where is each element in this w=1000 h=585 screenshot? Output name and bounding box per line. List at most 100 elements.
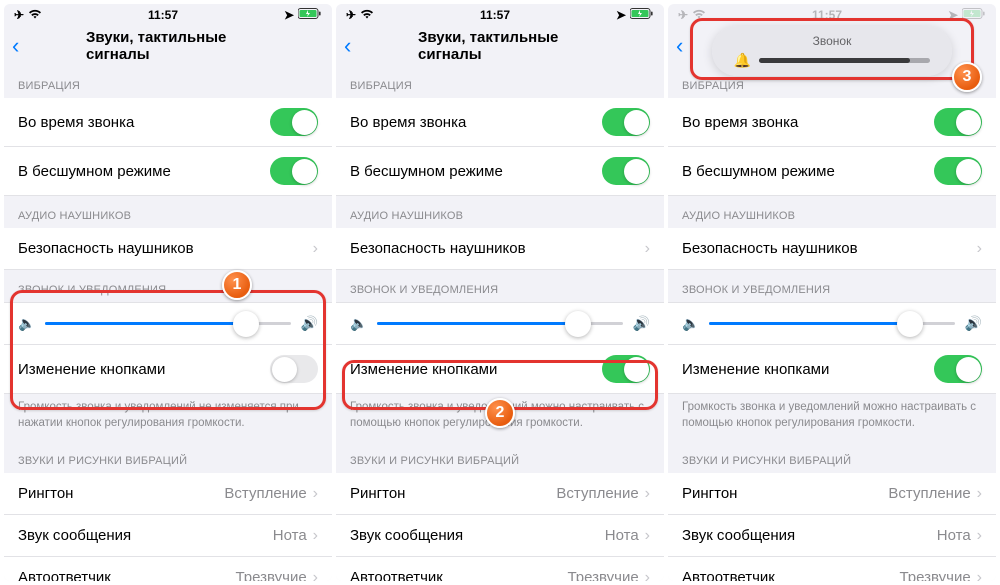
- vibrate-on-silent-toggle[interactable]: [934, 157, 982, 185]
- page-title: Звуки, тактильные сигналы: [86, 29, 250, 63]
- cell-value: Нота: [273, 527, 307, 544]
- vibrate-on-ring-row[interactable]: Во время звонка: [668, 98, 996, 147]
- airplane-icon: ✈: [14, 8, 24, 22]
- section-header-ringer: ЗВОНОК И УВЕДОМЛЕНИЯ: [668, 270, 996, 302]
- battery-icon: [962, 8, 986, 22]
- change-with-buttons-row[interactable]: Изменение кнопками: [4, 345, 332, 394]
- voicemail-row[interactable]: Автоответчик Трезвучие›: [668, 557, 996, 581]
- cell-label: Автоответчик: [350, 569, 443, 581]
- location-icon: ➤: [284, 8, 294, 22]
- battery-icon: [630, 8, 654, 22]
- cell-label: Рингтон: [682, 485, 737, 502]
- cell-label: Изменение кнопками: [350, 361, 497, 378]
- ringer-slider-row[interactable]: 🔈 🔊: [668, 302, 996, 345]
- cell-value: Нота: [937, 527, 971, 544]
- content: ВИБРАЦИЯ Во время звонка В бесшумном реж…: [336, 66, 664, 581]
- section-header-sounds: ЗВУКИ И РИСУНКИ ВИБРАЦИЙ: [4, 441, 332, 473]
- cell-label: Рингтон: [18, 485, 73, 502]
- cell-label: Безопасность наушников: [350, 240, 526, 257]
- back-button[interactable]: ‹: [12, 33, 19, 59]
- voicemail-row[interactable]: Автоответчик Трезвучие›: [4, 557, 332, 581]
- change-with-buttons-toggle[interactable]: [270, 355, 318, 383]
- ringer-slider[interactable]: [377, 322, 622, 325]
- headphone-safety-row[interactable]: Безопасность наушников ›: [4, 228, 332, 270]
- section-header-vibration: ВИБРАЦИЯ: [4, 66, 332, 98]
- section-header-sounds: ЗВУКИ И РИСУНКИ ВИБРАЦИЙ: [668, 441, 996, 473]
- headphone-safety-row[interactable]: Безопасность наушников ›: [668, 228, 996, 270]
- cell-value: Вступление: [224, 485, 306, 502]
- ringtone-row[interactable]: Рингтон Вступление›: [336, 473, 664, 515]
- speaker-low-icon: 🔈: [18, 315, 35, 332]
- status-time: 11:57: [148, 8, 178, 22]
- change-with-buttons-toggle[interactable]: [602, 355, 650, 383]
- battery-icon: [298, 8, 322, 22]
- headphone-safety-row[interactable]: Безопасность наушников ›: [336, 228, 664, 270]
- voicemail-row[interactable]: Автоответчик Трезвучие›: [336, 557, 664, 581]
- cell-value: Вступление: [888, 485, 970, 502]
- screen-2: ✈ 11:57 ➤ ‹ Звуки, тактильные сигналы ВИ…: [336, 4, 664, 581]
- status-bar: ✈ 11:57 ➤: [668, 4, 996, 26]
- section-header-headphones: АУДИО НАУШНИКОВ: [668, 196, 996, 228]
- ringer-slider[interactable]: [709, 322, 954, 325]
- cell-label: Изменение кнопками: [18, 361, 165, 378]
- vibrate-on-silent-row[interactable]: В бесшумном режиме: [668, 147, 996, 196]
- speaker-high-icon: 🔊: [633, 315, 650, 332]
- cell-label: Во время звонка: [682, 114, 798, 131]
- chevron-right-icon: ›: [645, 527, 650, 545]
- ringtone-row[interactable]: Рингтон Вступление ›: [4, 473, 332, 515]
- vibrate-on-ring-toggle[interactable]: [602, 108, 650, 136]
- section-header-ringer: ЗВОНОК И УВЕДОМЛЕНИЯ: [336, 270, 664, 302]
- ringer-slider-row[interactable]: 🔈 🔊: [4, 302, 332, 345]
- nav-bar: ‹ Звуки, тактильные сигналы: [336, 26, 664, 66]
- ringer-slider[interactable]: [45, 322, 290, 325]
- cell-value: Вступление: [556, 485, 638, 502]
- ringer-slider-row[interactable]: 🔈 🔊: [336, 302, 664, 345]
- section-header-headphones: АУДИО НАУШНИКОВ: [336, 196, 664, 228]
- vibrate-on-silent-toggle[interactable]: [270, 157, 318, 185]
- change-with-buttons-row[interactable]: Изменение кнопками: [336, 345, 664, 394]
- annotation-badge-1: 1: [222, 270, 252, 300]
- wifi-icon: [28, 8, 42, 22]
- annotation-badge-3: 3: [952, 62, 982, 92]
- cell-label: Изменение кнопками: [682, 361, 829, 378]
- page-title: Звуки, тактильные сигналы: [418, 29, 582, 63]
- back-button[interactable]: ‹: [676, 33, 683, 59]
- ringtone-row[interactable]: Рингтон Вступление ›: [668, 473, 996, 515]
- cell-label: В бесшумном режиме: [18, 163, 171, 180]
- chevron-right-icon: ›: [645, 569, 650, 581]
- status-bar: ✈ 11:57 ➤: [4, 4, 332, 26]
- wifi-icon: [692, 8, 706, 22]
- chevron-right-icon: ›: [313, 485, 318, 503]
- change-with-buttons-toggle[interactable]: [934, 355, 982, 383]
- vibrate-on-ring-row[interactable]: Во время звонка: [336, 98, 664, 147]
- status-time: 11:57: [812, 8, 842, 22]
- text-tone-row[interactable]: Звук сообщения Нота›: [4, 515, 332, 557]
- chevron-right-icon: ›: [977, 527, 982, 545]
- chevron-right-icon: ›: [313, 527, 318, 545]
- back-button[interactable]: ‹: [344, 33, 351, 59]
- chevron-right-icon: ›: [313, 240, 318, 258]
- section-header-headphones: АУДИО НАУШНИКОВ: [4, 196, 332, 228]
- ringer-footer: Громкость звонка и уведомлений можно нас…: [668, 394, 996, 441]
- speaker-high-icon: 🔊: [301, 315, 318, 332]
- cell-value: Нота: [605, 527, 639, 544]
- chevron-right-icon: ›: [313, 569, 318, 581]
- speaker-high-icon: 🔊: [965, 315, 982, 332]
- change-with-buttons-row[interactable]: Изменение кнопками: [668, 345, 996, 394]
- status-bar: ✈ 11:57 ➤: [336, 4, 664, 26]
- text-tone-row[interactable]: Звук сообщения Нота›: [668, 515, 996, 557]
- cell-value: Трезвучие: [235, 569, 306, 581]
- vibrate-on-ring-row[interactable]: Во время звонка: [4, 98, 332, 147]
- vibrate-on-silent-row[interactable]: В бесшумном режиме: [4, 147, 332, 196]
- vibrate-on-ring-toggle[interactable]: [934, 108, 982, 136]
- chevron-right-icon: ›: [977, 485, 982, 503]
- bell-icon: 🔔: [734, 52, 751, 69]
- vibrate-on-silent-toggle[interactable]: [602, 157, 650, 185]
- location-icon: ➤: [948, 8, 958, 22]
- text-tone-row[interactable]: Звук сообщения Нота›: [336, 515, 664, 557]
- cell-label: Безопасность наушников: [682, 240, 858, 257]
- status-time: 11:57: [480, 8, 510, 22]
- cell-label: В бесшумном режиме: [682, 163, 835, 180]
- vibrate-on-silent-row[interactable]: В бесшумном режиме: [336, 147, 664, 196]
- vibrate-on-ring-toggle[interactable]: [270, 108, 318, 136]
